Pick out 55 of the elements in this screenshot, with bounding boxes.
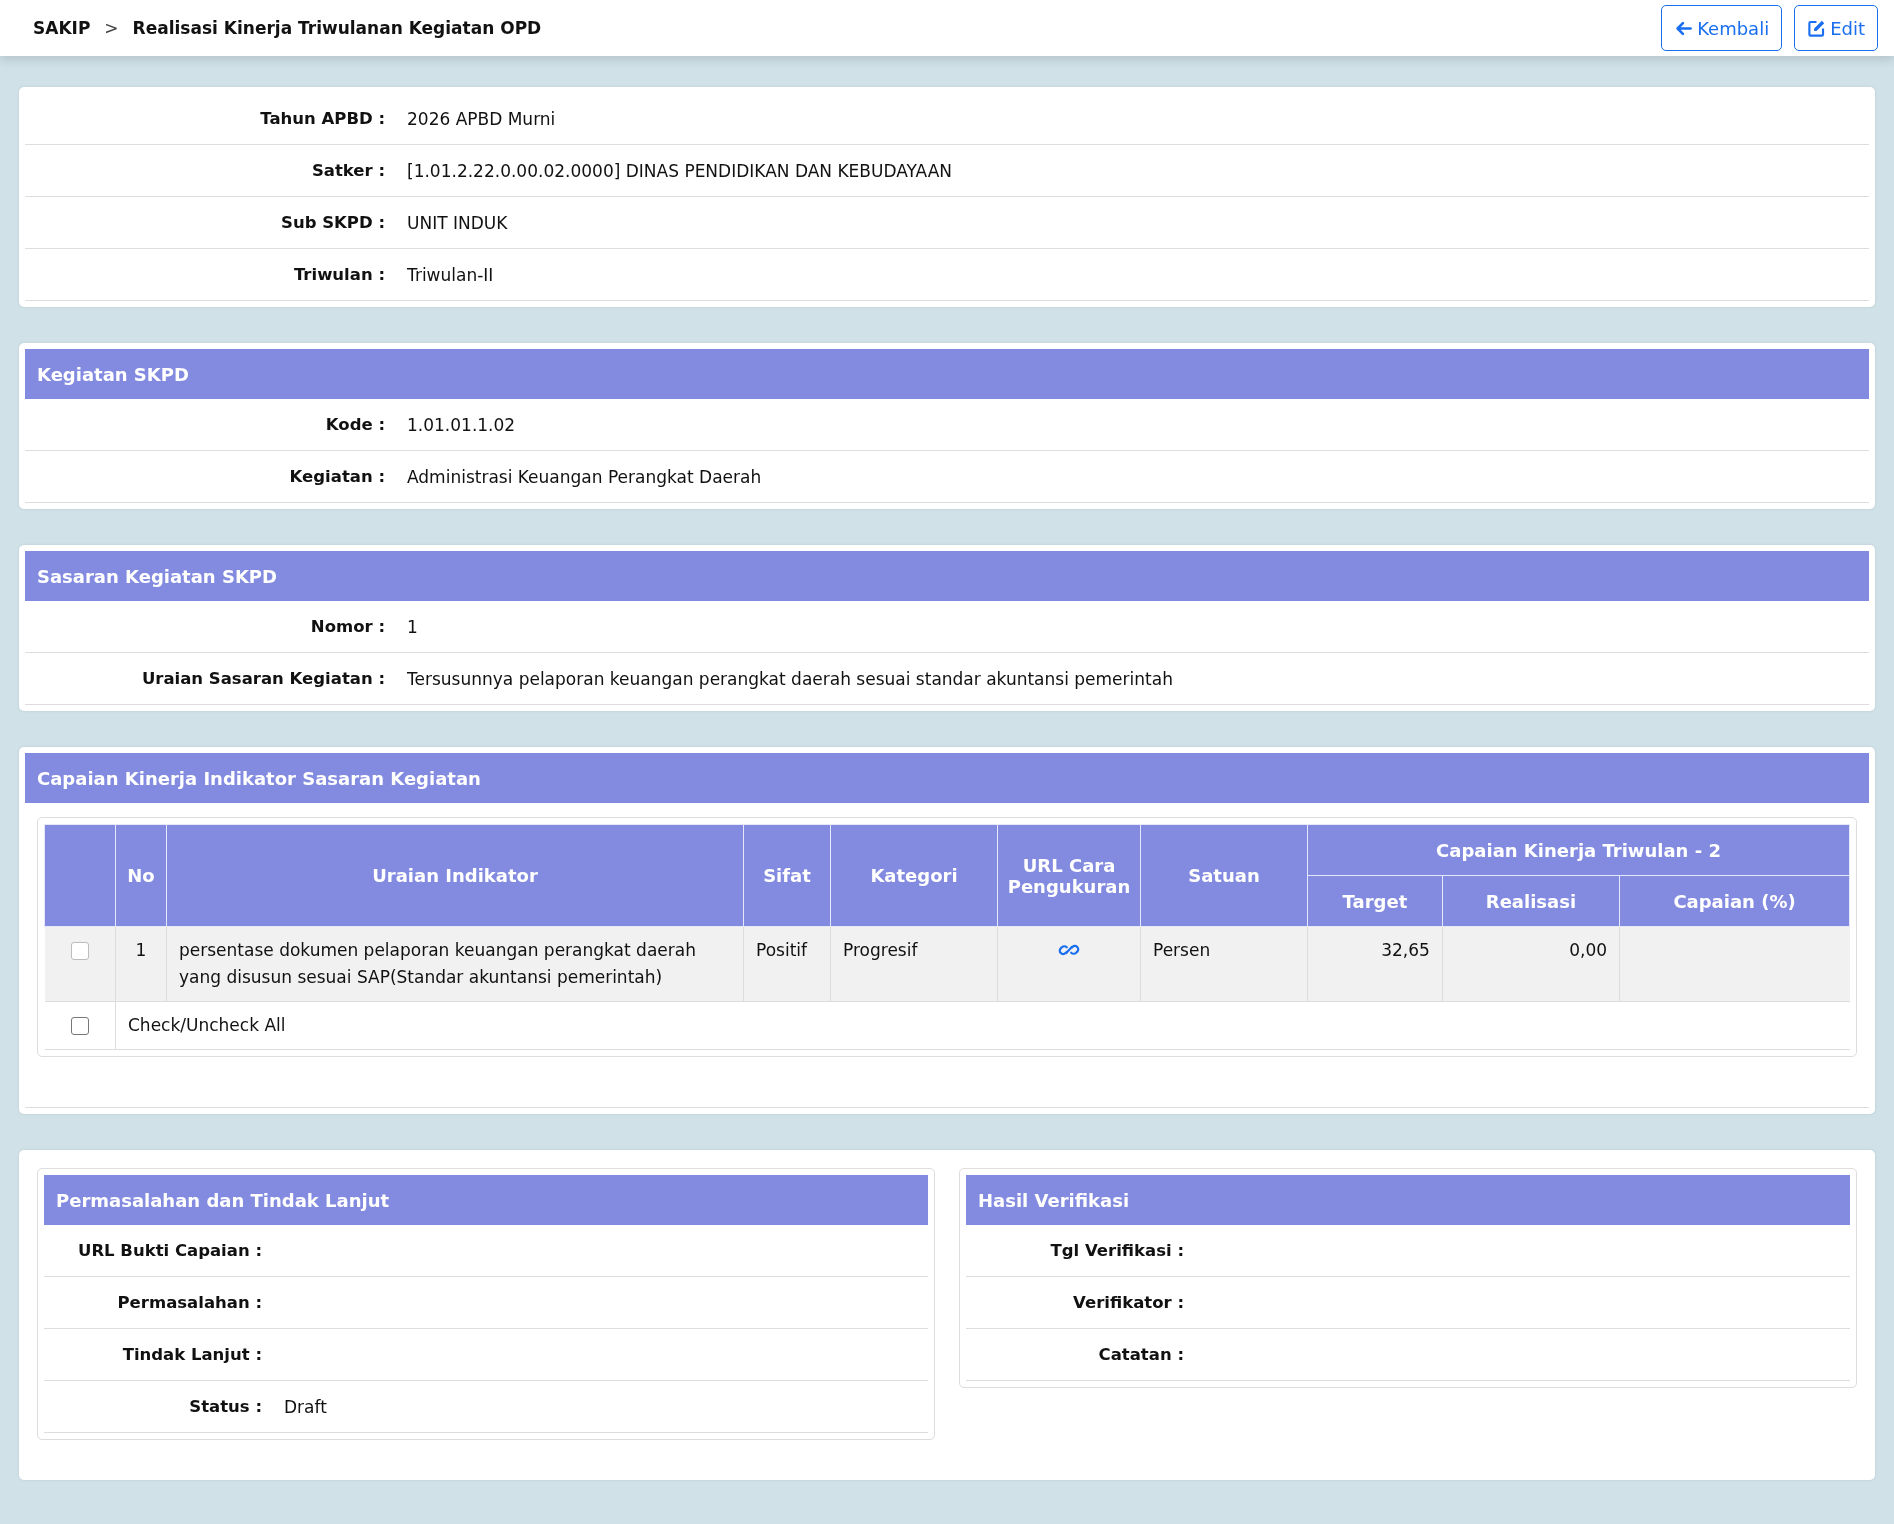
field-label: Uraian Sasaran Kegiatan : [140, 669, 386, 688]
column-header: Capaian (%) [1619, 875, 1850, 927]
column-header: No [115, 824, 167, 927]
field-label: Tahun APBD : [259, 109, 386, 128]
field-value: 1.01.01.1.02 [407, 414, 516, 435]
column-header: Sifat [743, 824, 831, 927]
table-cell: Positif [743, 926, 831, 1002]
field-label: Sub SKPD : [280, 213, 386, 232]
field-value: 2026 APBD Murni [407, 108, 556, 129]
table-cell: Progresif [830, 926, 998, 1002]
field-label: Triwulan : [292, 265, 386, 284]
panel-header: Hasil Verifikasi [966, 1175, 1850, 1225]
table-cell: persentase dokumen pelaporan keuangan perangkat daerah yang disusun sesuai SAP(Standar akuntansi pemerintah) [166, 926, 744, 1002]
field-value: Draft [284, 1396, 327, 1417]
section-header: Capaian Kinerja Indikator Sasaran Kegiatan [25, 753, 1869, 803]
breadcrumb-link[interactable]: SAKIP [33, 18, 91, 38]
column-header: Realisasi [1442, 875, 1620, 927]
section-header: Sasaran Kegiatan SKPD [25, 551, 1869, 601]
field-label: Permasalahan : [116, 1293, 263, 1312]
table-cell: Persen [1140, 926, 1308, 1002]
field-label: Satker : [310, 161, 386, 180]
breadcrumb-separator: > [104, 18, 119, 38]
link-icon[interactable] [1058, 943, 1080, 957]
checkbox-label: Check/Uncheck All [128, 1015, 286, 1035]
back-button[interactable]: Kembali [1661, 5, 1783, 51]
column-group-header: Capaian Kinerja Triwulan - 2 [1307, 824, 1850, 876]
page-title: Realisasi Kinerja Triwulanan Kegiatan OPD [132, 18, 542, 38]
column-header: URL Cara Pengukuran [997, 824, 1141, 927]
section-header: Kegiatan SKPD [25, 349, 1869, 399]
column-header: Kategori [830, 824, 998, 927]
field-label: Catatan : [1097, 1345, 1185, 1364]
field-label: Kegiatan : [288, 467, 386, 486]
table-cell: 32,65 [1307, 926, 1443, 1002]
table-cell: 0,00 [1442, 926, 1620, 1002]
table-cell: 1 [115, 926, 167, 1002]
checkbox[interactable] [70, 1017, 89, 1035]
edit-button[interactable]: Edit [1794, 5, 1878, 51]
field-label: URL Bukti Capaian : [77, 1241, 263, 1260]
column-header: Uraian Indikator [166, 824, 744, 927]
field-label: Status : [188, 1397, 263, 1416]
field-value: Triwulan-II [407, 264, 494, 285]
field-label: Nomor : [309, 617, 386, 636]
column-header: Target [1307, 875, 1443, 927]
field-value: [1.01.2.22.0.00.02.0000] DINAS PENDIDIKAN DAN KEBUDAYAAN [407, 160, 953, 181]
field-label: Verifikator : [1072, 1293, 1185, 1312]
field-value: Tersusunnya pelaporan keuangan perangkat daerah sesuai standar akuntansi pemerintah [407, 668, 1173, 689]
field-label: Kode : [324, 415, 386, 434]
column-header: Satuan [1140, 824, 1308, 927]
field-label: Tindak Lanjut : [121, 1345, 263, 1364]
edit-icon [1807, 18, 1827, 38]
field-label: Tgl Verifikasi : [1049, 1241, 1185, 1260]
panel-header: Permasalahan dan Tindak Lanjut [44, 1175, 928, 1225]
field-value: 1 [407, 616, 418, 637]
field-value: UNIT INDUK [407, 212, 508, 233]
field-value: Administrasi Keuangan Perangkat Daerah [407, 466, 762, 487]
